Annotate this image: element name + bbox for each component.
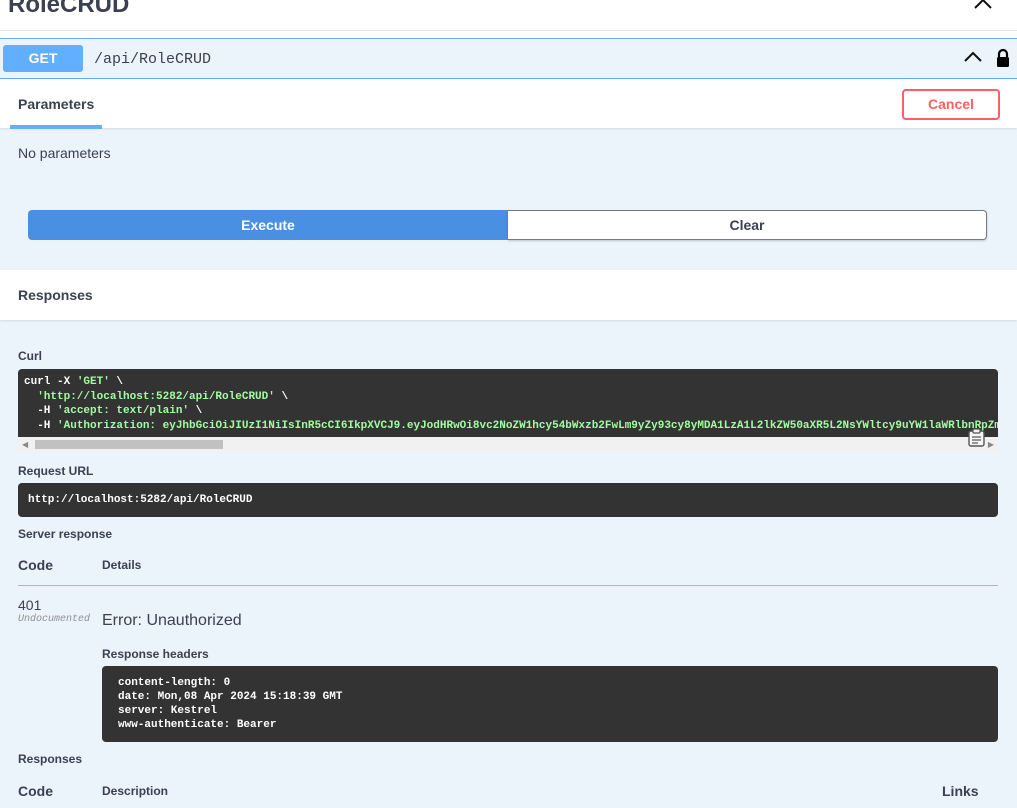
header-line: date: Mon,08 Apr 2024 15:18:39 GMT (118, 691, 343, 703)
execute-wrapper: Execute Clear (28, 210, 988, 240)
curl-code-block[interactable]: curl -X 'GET' \ 'http://localhost:5282/a… (18, 369, 998, 437)
responses-header: Responses (0, 270, 1017, 320)
parameters-header: Parameters Cancel (0, 79, 1017, 129)
tag-title: RoleCRUD (8, 0, 130, 18)
header-line: www-authenticate: Bearer (118, 719, 277, 731)
scroll-left-arrow-icon[interactable]: ◀ (22, 440, 28, 449)
execute-button[interactable]: Execute (28, 210, 508, 240)
undocumented-badge: Undocumented (18, 614, 91, 625)
scroll-thumb[interactable] (35, 440, 223, 449)
horizontal-scrollbar[interactable]: ◀ ▶ (18, 437, 998, 452)
curl-cont: \ (274, 390, 289, 403)
responses-column-description: Description (102, 784, 169, 798)
request-url-label: Request URL (18, 464, 94, 478)
response-status-code: 401 (18, 597, 42, 613)
method-badge: GET (3, 45, 83, 72)
responses-column-links: Links (942, 783, 979, 799)
header-line: content-length: 0 (118, 677, 231, 689)
responses-table-label: Responses (18, 752, 83, 766)
curl-label: Curl (18, 349, 42, 363)
column-header-code: Code (18, 557, 53, 573)
column-header-details: Details (102, 558, 142, 572)
curl-cont: \ (109, 376, 124, 388)
chevron-up-icon[interactable] (973, 0, 993, 10)
curl-cont: \ (189, 405, 203, 417)
clear-button[interactable]: Clear (508, 210, 987, 240)
curl-accept-header: 'accept: text/plain' (57, 405, 190, 417)
server-response-label: Server response (18, 527, 113, 541)
response-headers-label: Response headers (102, 647, 209, 661)
responses-title: Responses (18, 287, 93, 303)
response-headers-block[interactable]: content-length: 0 date: Mon,08 Apr 2024 … (102, 666, 998, 742)
header-line: server: Kestrel (118, 705, 218, 717)
curl-flag: -H (24, 405, 58, 417)
curl-method: 'GET' (76, 376, 110, 388)
curl-cmd: curl -X (24, 376, 77, 388)
lock-icon[interactable] (995, 48, 1011, 68)
table-divider (18, 585, 998, 586)
curl-auth-header: 'Authorization: eyJhbGciOiJIUzI1NiIsInR5… (57, 419, 998, 432)
endpoint-path: /api/RoleCRUD (94, 51, 212, 68)
no-parameters-text: No parameters (18, 145, 111, 161)
copy-icon[interactable] (968, 428, 990, 448)
responses-column-code: Code (18, 783, 53, 799)
tab-parameters-label: Parameters (18, 96, 95, 112)
tab-parameters[interactable]: Parameters (10, 79, 102, 129)
chevron-up-icon[interactable] (963, 51, 983, 63)
request-url-value: http://localhost:5282/api/RoleCRUD (28, 494, 253, 506)
request-url-block[interactable]: http://localhost:5282/api/RoleCRUD (18, 483, 998, 517)
cancel-button[interactable]: Cancel (902, 89, 1000, 120)
curl-url: 'http://localhost:5282/api/RoleCRUD' (37, 390, 275, 403)
opblock-summary[interactable]: GET /api/RoleCRUD (0, 39, 1017, 79)
curl-flag: -H (24, 419, 58, 432)
tag-header[interactable]: RoleCRUD (0, 0, 1017, 31)
opblock-get: GET /api/RoleCRUD Parameters Cancel No p… (0, 38, 1017, 808)
response-error-text: Error: Unauthorized (102, 612, 242, 629)
